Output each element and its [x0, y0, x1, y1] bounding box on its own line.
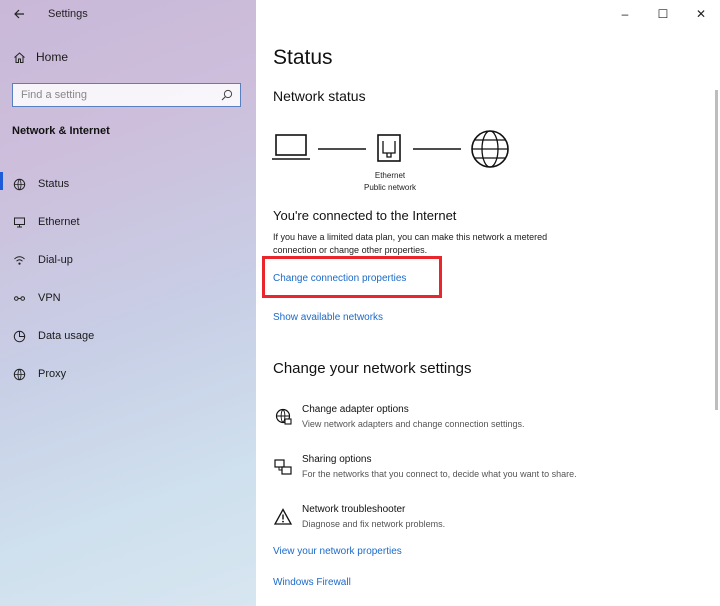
setting-network-troubleshooter[interactable]: Network troubleshooter Diagnose and fix …	[273, 504, 703, 540]
windows-firewall-link[interactable]: Windows Firewall	[273, 577, 351, 588]
app-title: Settings	[48, 8, 88, 20]
scrollbar[interactable]	[715, 90, 718, 410]
setting-change-adapter-options[interactable]: Change adapter options View network adap…	[273, 404, 703, 440]
sidebar-item-label: Status	[38, 178, 70, 190]
adapter-icon	[275, 408, 292, 425]
home-icon	[12, 50, 26, 64]
dialup-icon	[12, 253, 26, 267]
minimize-button[interactable]: –	[606, 0, 644, 28]
sidebar-item-status[interactable]: Status	[0, 165, 256, 203]
setting-title: Network troubleshooter	[302, 504, 406, 515]
proxy-icon	[12, 367, 26, 381]
connected-description: If you have a limited data plan, you can…	[273, 232, 548, 255]
show-available-networks-link[interactable]: Show available networks	[273, 312, 383, 323]
change-connection-properties-link[interactable]: Change connection properties	[273, 273, 406, 284]
sharing-icon	[274, 459, 292, 475]
setting-description: View network adapters and change connect…	[302, 419, 525, 429]
connected-heading: You're connected to the Internet	[273, 208, 457, 223]
sidebar-item-label: VPN	[38, 292, 61, 304]
search-icon[interactable]	[220, 88, 234, 102]
setting-sharing-options[interactable]: Sharing options For the networks that yo…	[273, 454, 703, 490]
sidebar-item-label: Proxy	[38, 368, 67, 380]
warning-icon	[273, 508, 293, 525]
view-network-properties-link[interactable]: View your network properties	[273, 546, 402, 557]
globe-icon	[471, 130, 509, 168]
search-input[interactable]	[13, 84, 213, 106]
adapter-name-label: Ethernet	[374, 171, 406, 180]
maximize-button[interactable]: ☐	[644, 0, 682, 28]
back-arrow-icon	[14, 9, 24, 19]
ethernet-icon	[12, 215, 26, 229]
page-title: Status	[273, 46, 333, 69]
setting-title: Sharing options	[302, 454, 372, 465]
sidebar-item-vpn[interactable]: VPN	[0, 279, 256, 317]
home-label: Home	[36, 50, 69, 64]
search-box[interactable]	[12, 83, 241, 107]
back-button[interactable]	[8, 4, 30, 24]
setting-title: Change adapter options	[302, 404, 409, 415]
main-content: – ☐ ✕ Status Network status Ethernet Pub…	[256, 0, 720, 606]
change-settings-heading: Change your network settings	[273, 360, 472, 377]
network-type-label: Public network	[363, 183, 417, 192]
network-diagram: Ethernet Public network	[270, 125, 530, 200]
title-bar: Settings	[0, 0, 256, 28]
sidebar-item-label: Data usage	[38, 330, 95, 342]
data-usage-icon	[12, 329, 26, 343]
computer-icon	[272, 134, 310, 160]
sidebar-item-dialup[interactable]: Dial-up	[0, 241, 256, 279]
section-title: Network & Internet	[12, 125, 110, 137]
home-nav-item[interactable]: Home	[12, 50, 68, 64]
sidebar-item-data-usage[interactable]: Data usage	[0, 317, 256, 355]
setting-description: For the networks that you connect to, de…	[302, 469, 577, 479]
sidebar: Settings Home Network & Internet Status …	[0, 0, 256, 606]
ethernet-port-icon	[377, 134, 401, 162]
sidebar-nav: Status Ethernet Dial-up VPN Data usage P…	[0, 165, 256, 393]
sidebar-item-label: Ethernet	[38, 216, 80, 228]
sidebar-item-label: Dial-up	[38, 254, 73, 266]
close-button[interactable]: ✕	[682, 0, 720, 28]
sidebar-item-ethernet[interactable]: Ethernet	[0, 203, 256, 241]
sidebar-item-proxy[interactable]: Proxy	[0, 355, 256, 393]
setting-description: Diagnose and fix network problems.	[302, 519, 446, 529]
vpn-icon	[12, 291, 26, 305]
network-status-heading: Network status	[273, 88, 366, 104]
window-controls: – ☐ ✕	[606, 0, 720, 28]
status-icon	[12, 177, 26, 191]
